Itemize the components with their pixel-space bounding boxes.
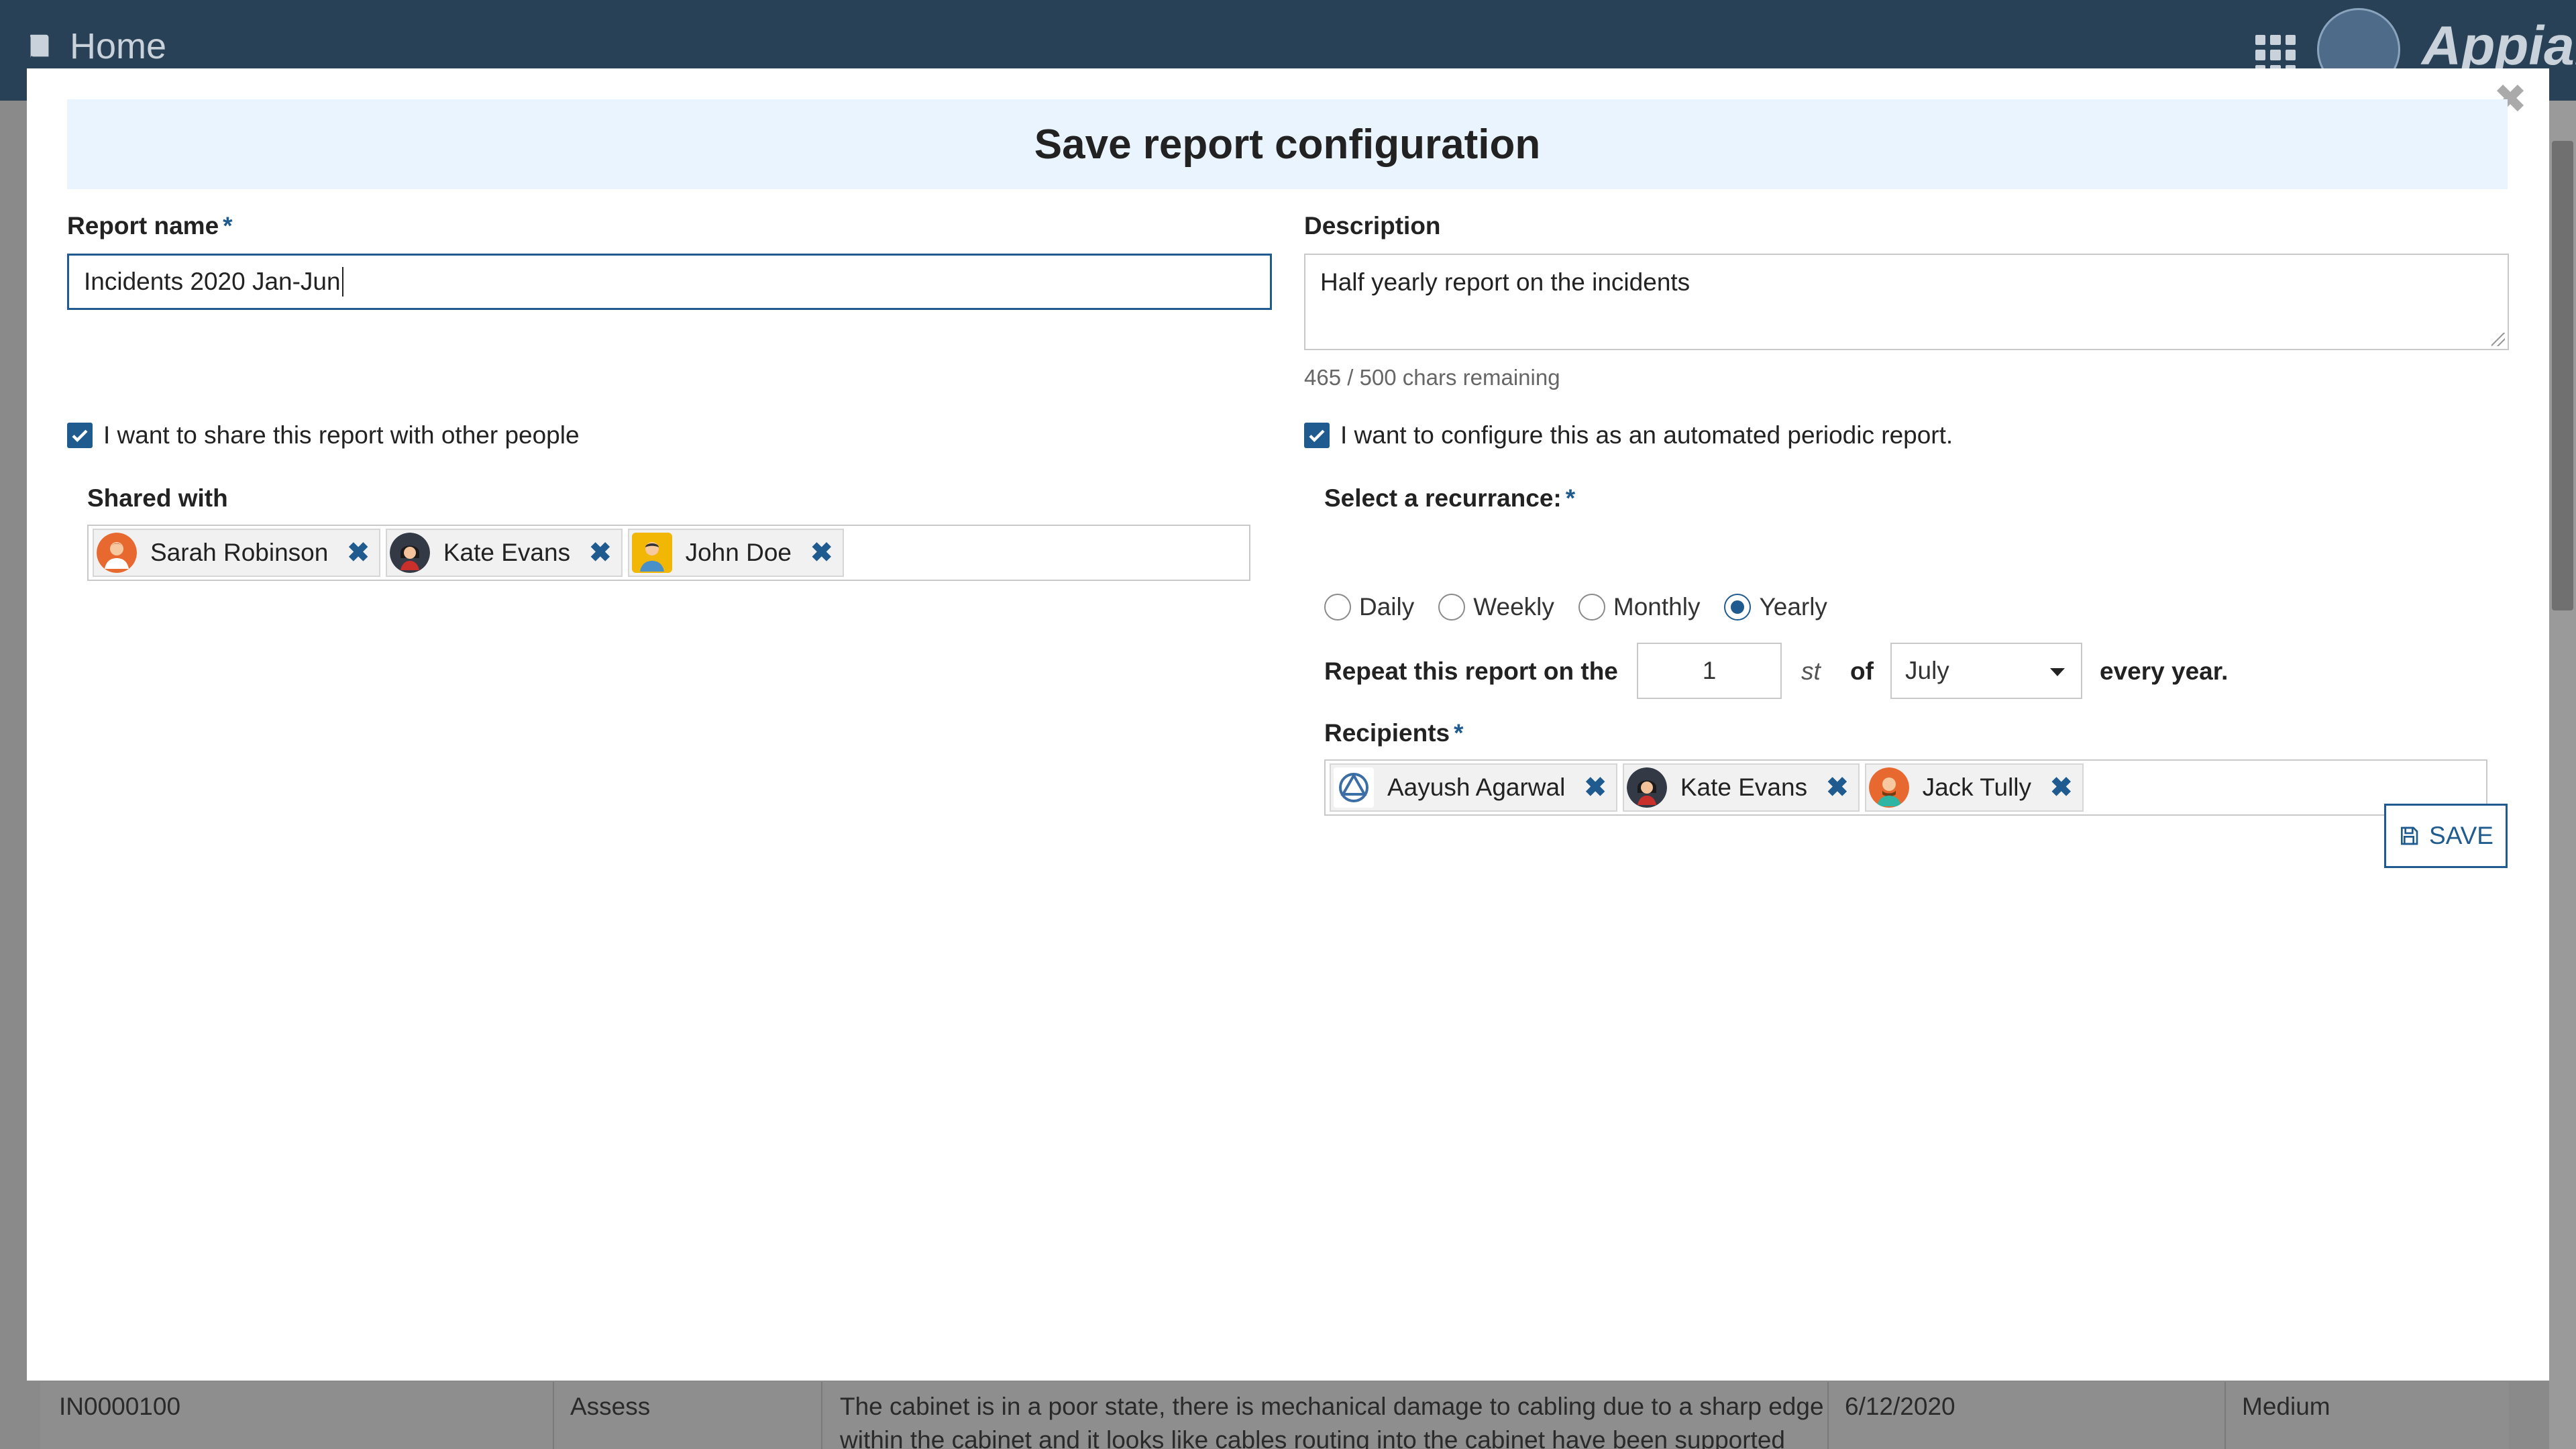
required-marker: * [223,212,233,239]
report-name-value: Incidents 2020 Jan-Jun [84,268,341,295]
row-id: IN0000100 [59,1393,181,1420]
radio-label: Monthly [1613,593,1701,621]
radio-daily[interactable]: Daily [1324,593,1414,621]
recipients-picker[interactable]: Aayush Agarwal ✖ Kate Evans ✖ Jack Tully… [1324,759,2487,816]
radio-weekly[interactable]: Weekly [1438,593,1554,621]
row-date: 6/12/2020 [1845,1393,1955,1420]
user-token-name: Aayush Agarwal [1387,773,1566,801]
user-token-name: Kate Evans [1680,773,1808,801]
radio-monthly[interactable]: Monthly [1578,593,1701,621]
radio-circle[interactable] [1578,594,1605,621]
recipients-label-text: Recipients [1324,719,1450,747]
checkmark-icon [72,429,88,442]
day-input[interactable]: 1 [1637,643,1782,699]
radio-label: Yearly [1759,593,1827,621]
save-report-dialog: ✖ Save report configuration Report name *… [27,68,2549,1381]
chars-remaining: 465 / 500 chars remaining [1304,365,1560,390]
avatar [389,533,430,573]
page-scrollbar[interactable] [2549,101,2576,1449]
avatar [1868,767,1909,808]
chevron-down-icon [2050,668,2065,676]
periodic-checkbox[interactable] [1304,423,1330,448]
radio-yearly[interactable]: Yearly [1724,593,1827,621]
recurrence-label: Select a recurrance: * [1324,484,1575,513]
report-name-input[interactable]: Incidents 2020 Jan-Jun [67,254,1272,310]
home-label: Home [70,26,167,66]
recurrence-radio-group: Daily Weekly Monthly Yearly [1324,593,1851,621]
save-button-label: SAVE [2429,822,2493,849]
save-button[interactable]: SAVE [2384,804,2508,868]
shared-with-picker[interactable]: Sarah Robinson ✖ Kate Evans ✖ John Doe ✖ [87,525,1250,581]
description-value: Half yearly report on the incidents [1320,268,1690,296]
repeat-suffix-label: every year. [2100,657,2229,685]
row-priority: Medium [2242,1393,2330,1420]
recurrence-label-text: Select a recurrance: [1324,484,1562,512]
remove-icon[interactable]: ✖ [347,537,370,568]
user-token: Kate Evans ✖ [385,529,623,577]
of-label: of [1850,657,1874,685]
radio-circle[interactable] [1438,594,1466,621]
remove-icon[interactable]: ✖ [589,537,612,568]
avatar [631,533,672,573]
month-select-value: July [1905,657,1949,684]
share-checkbox-row[interactable]: I want to share this report with other p… [67,421,580,449]
required-marker: * [1454,719,1464,747]
dialog-title: Save report configuration [1034,121,1541,168]
user-token: Sarah Robinson ✖ [93,529,380,577]
home-link[interactable]: Home [24,25,166,67]
periodic-checkbox-label: I want to configure this as an automated… [1340,421,1953,449]
user-token-name: Kate Evans [443,539,571,566]
remove-icon[interactable]: ✖ [2050,772,2073,803]
checkmark-icon [1309,429,1325,442]
avatar [1334,767,1374,808]
user-token: Kate Evans ✖ [1622,763,1860,812]
user-token: John Doe ✖ [627,529,844,577]
radio-label: Daily [1359,593,1415,621]
user-token-name: Sarah Robinson [150,539,329,566]
required-marker: * [1565,484,1576,512]
row-status: Assess [570,1393,651,1420]
table-row: IN0000100 Assess The cabinet is in a poo… [40,1382,2509,1449]
description-textarea[interactable]: Half yearly report on the incidents [1304,254,2509,350]
user-token: Aayush Agarwal ✖ [1330,763,1617,812]
share-checkbox-label: I want to share this report with other p… [103,421,580,449]
book-icon [30,34,49,58]
user-token: Jack Tully ✖ [1864,763,2084,812]
report-name-label: Report name * [67,212,233,240]
radio-circle[interactable] [1324,594,1351,621]
share-checkbox[interactable] [67,423,93,448]
ordinal-suffix: st [1801,657,1821,685]
report-name-label-text: Report name [67,212,219,239]
month-select[interactable]: July [1890,643,2082,699]
repeat-prefix-label: Repeat this report on the [1324,657,1618,685]
remove-icon[interactable]: ✖ [810,537,833,568]
remove-icon[interactable]: ✖ [1584,772,1607,803]
row-description-line: within the cabinet and it looks like cab… [840,1426,1785,1449]
floppy-disk-icon [2401,826,2418,845]
remove-icon[interactable]: ✖ [1826,772,1849,803]
resize-handle[interactable] [2491,333,2505,346]
avatar [97,533,137,573]
avatar [1626,767,1667,808]
row-description-line: The cabinet is in a poor state, there is… [840,1393,1824,1420]
row-description: The cabinet is in a poor state, there is… [840,1390,1860,1449]
dialog-header: Save report configuration [67,99,2508,189]
user-token-name: Jack Tully [1922,773,2032,801]
user-token-name: John Doe [685,539,792,566]
periodic-checkbox-row[interactable]: I want to configure this as an automated… [1304,421,1953,449]
recipients-label: Recipients * [1324,719,1464,747]
radio-label: Weekly [1473,593,1554,621]
description-label: Description [1304,212,1441,239]
shared-with-label: Shared with [87,484,228,512]
radio-circle[interactable] [1724,594,1752,621]
